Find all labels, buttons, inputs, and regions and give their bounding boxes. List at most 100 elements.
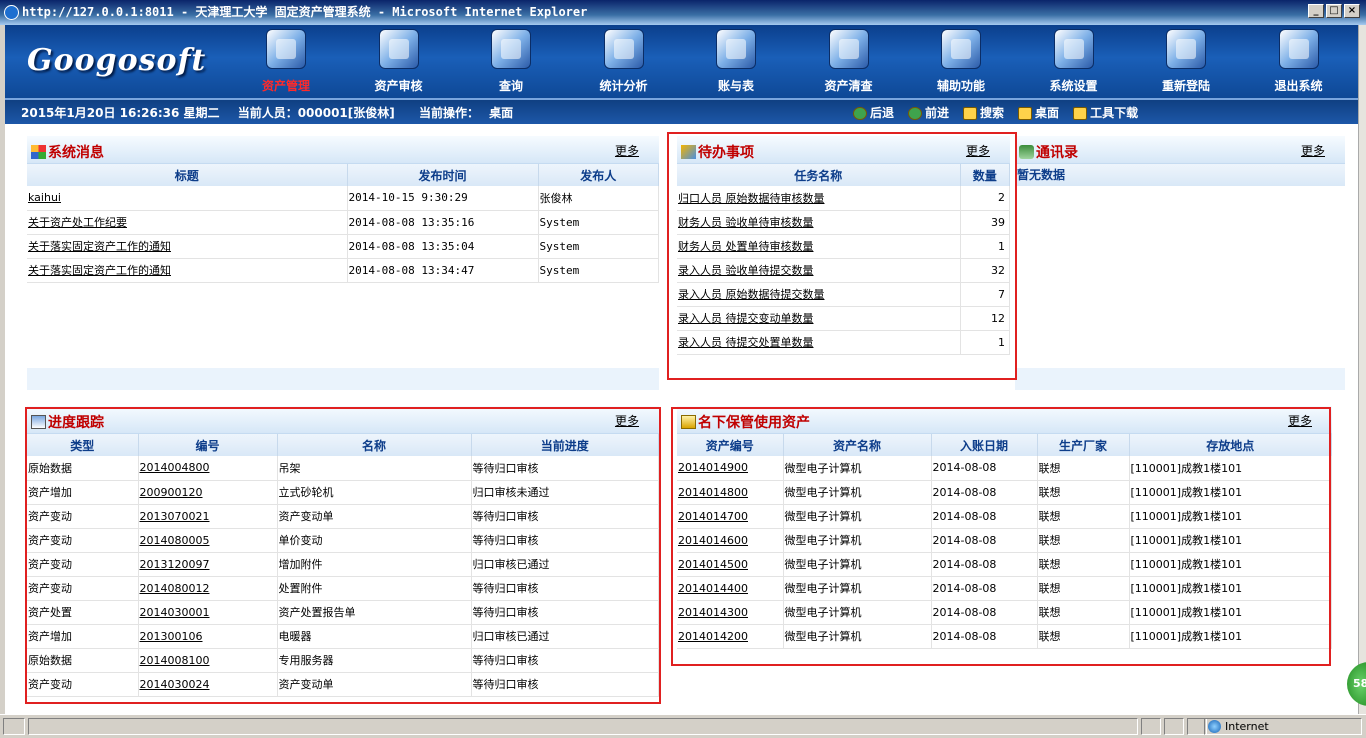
contacts-more-link[interactable]: 更多 [1301, 142, 1325, 159]
table-cell: 32 [960, 258, 1010, 283]
nav-item-9[interactable]: 重新登陆 [1141, 29, 1231, 94]
nav-item-2[interactable]: 资产审核 [354, 29, 444, 94]
tool-download-button[interactable]: 工具下载 [1073, 100, 1138, 126]
assets-more-link[interactable]: 更多 [1288, 412, 1312, 429]
row-link[interactable]: 201300106 [140, 630, 203, 643]
close-button[interactable]: × [1344, 4, 1360, 18]
row-link[interactable]: 录入人员 待提交变动单数量 [678, 312, 814, 325]
row-link[interactable]: 2014030024 [140, 678, 210, 691]
table-cell: 资产处置 [27, 600, 139, 625]
table-cell: 资产变动单 [277, 504, 472, 529]
current-user: 当前人员：000001[张俊林] [237, 106, 395, 120]
search-button[interactable]: 搜索 [963, 100, 1004, 126]
nav-item-3[interactable]: 查询 [466, 29, 556, 94]
forward-button[interactable]: 前进 [908, 100, 949, 126]
nav-item-10[interactable]: 退出系统 [1254, 29, 1344, 94]
table-cell: 2 [960, 186, 1010, 211]
back-button[interactable]: 后退 [853, 100, 894, 126]
browser-status-bar: Internet [0, 714, 1366, 738]
table-cell: 录入人员 待提交变动单数量 [677, 306, 961, 331]
table-cell: 微型电子计算机 [783, 552, 932, 577]
column-header: 入账日期 [931, 434, 1038, 456]
table-cell: 2014030001 [138, 600, 278, 625]
vertical-scrollbar[interactable] [1358, 25, 1366, 714]
row-link[interactable]: 关于资产处工作纪要 [28, 216, 127, 229]
nav-item-6[interactable]: 资产清查 [804, 29, 894, 94]
forward-arrow-icon [908, 106, 923, 120]
table-row: 录入人员 验收单待提交数量 32 [677, 258, 1010, 283]
row-link[interactable]: 归口人员 原始数据待审核数量 [678, 192, 825, 205]
table-cell: 资产处置报告单 [277, 600, 472, 625]
nav-item-5[interactable]: 账与表 [691, 29, 781, 94]
desktop-content: 系统消息 更多 标题 发布时间 发布人 kaihui 2014-10-15 9:30:… [5, 124, 1358, 714]
internet-zone: Internet [1204, 718, 1362, 735]
row-link[interactable]: 2014080005 [140, 534, 210, 547]
row-link[interactable]: 2014008100 [140, 654, 210, 667]
table-cell: 39 [960, 210, 1010, 235]
statistics-icon [603, 29, 644, 69]
row-link[interactable]: 2013120097 [140, 558, 210, 571]
nav-item-1[interactable]: 资产管理 [241, 29, 331, 94]
table-cell: 增加附件 [277, 552, 472, 577]
row-link[interactable]: 2014014700 [678, 510, 748, 523]
table-cell: 资产增加 [27, 624, 139, 649]
table-cell: 关于资产处工作纪要 [27, 210, 348, 235]
row-link[interactable]: 财务人员 验收单待审核数量 [678, 216, 814, 229]
table-cell: 等待归口审核 [471, 456, 659, 481]
table-cell: 2014-08-08 [931, 552, 1038, 577]
progress-more-link[interactable]: 更多 [615, 412, 639, 429]
row-link[interactable]: kaihui [28, 191, 61, 204]
table-cell: 微型电子计算机 [783, 600, 932, 625]
row-link[interactable]: 2014004800 [140, 461, 210, 474]
column-header: 标题 [27, 164, 348, 186]
row-link[interactable]: 2014080012 [140, 582, 210, 595]
table-cell: 资产变动 [27, 552, 139, 577]
table-cell: 单价变动 [277, 528, 472, 553]
table-cell: 2014014900 [677, 456, 784, 481]
row-link[interactable]: 关于落实固定资产工作的通知 [28, 264, 171, 277]
row-link[interactable]: 2014014300 [678, 606, 748, 619]
table-cell: [110001]成教1楼101 [1129, 624, 1332, 649]
row-link[interactable]: 2014014800 [678, 486, 748, 499]
nav-item-4[interactable]: 统计分析 [579, 29, 669, 94]
row-link[interactable]: 录入人员 原始数据待提交数量 [678, 288, 825, 301]
row-link[interactable]: 录入人员 待提交处置单数量 [678, 336, 814, 349]
table-row: 2014014800 微型电子计算机 2014-08-08 联想 [110001]成教1… [677, 480, 1332, 505]
nav-label: 退出系统 [1274, 79, 1323, 93]
row-link[interactable]: 2014014400 [678, 582, 748, 595]
row-link[interactable]: 2014014600 [678, 534, 748, 547]
column-header: 编号 [138, 434, 278, 456]
table-row: 2014014600 微型电子计算机 2014-08-08 联想 [110001]成教1… [677, 528, 1332, 553]
minimize-button[interactable]: _ [1308, 4, 1324, 18]
row-link[interactable]: 200900120 [140, 486, 203, 499]
row-link[interactable]: 关于落实固定资产工作的通知 [28, 240, 171, 253]
row-link[interactable]: 录入人员 验收单待提交数量 [678, 264, 814, 277]
table-row: 2014014900 微型电子计算机 2014-08-08 联想 [110001]成教1… [677, 456, 1332, 481]
messages-more-link[interactable]: 更多 [615, 142, 639, 159]
table-cell: 2014080005 [138, 528, 278, 553]
maximize-button[interactable]: □ [1326, 4, 1342, 18]
nav-item-8[interactable]: 系统设置 [1029, 29, 1119, 94]
row-link[interactable]: 2014014900 [678, 461, 748, 474]
table-cell: 2014014800 [677, 480, 784, 505]
status-strip: 2015年1月20日 16:26:36 星期二 当前人员：000001[张俊林]… [5, 98, 1358, 124]
todo-more-link[interactable]: 更多 [966, 142, 990, 159]
row-link[interactable]: 2014030001 [140, 606, 210, 619]
row-link[interactable]: 财务人员 处置单待审核数量 [678, 240, 814, 253]
column-header: 资产编号 [677, 434, 784, 456]
table-cell: 微型电子计算机 [783, 480, 932, 505]
row-link[interactable]: 2013070021 [140, 510, 210, 523]
nav-label: 辅助功能 [936, 79, 985, 93]
nav-label: 查询 [498, 79, 523, 93]
column-header: 生产厂家 [1037, 434, 1130, 456]
table-row: 财务人员 验收单待审核数量 39 [677, 210, 1010, 235]
desktop-button[interactable]: 桌面 [1018, 100, 1059, 126]
row-link[interactable]: 2014014500 [678, 558, 748, 571]
table-cell: 微型电子计算机 [783, 504, 932, 529]
table-cell: 张俊林 [538, 186, 659, 211]
table-row: 归口人员 原始数据待审核数量 2 [677, 186, 1010, 211]
table-cell: 联想 [1037, 480, 1130, 505]
table-cell: 等待归口审核 [471, 576, 659, 601]
row-link[interactable]: 2014014200 [678, 630, 748, 643]
nav-item-7[interactable]: 辅助功能 [916, 29, 1006, 94]
